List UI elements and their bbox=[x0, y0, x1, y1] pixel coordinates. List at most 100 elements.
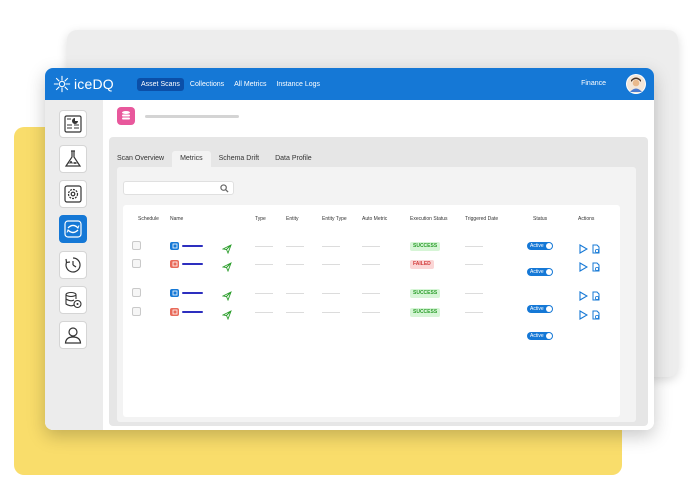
database-settings-icon bbox=[65, 291, 82, 309]
empty-value-placeholder bbox=[286, 312, 304, 313]
sidebar-item-settings[interactable] bbox=[59, 180, 87, 208]
metric-type-blue-icon bbox=[170, 242, 179, 250]
status-toggle[interactable]: Active bbox=[527, 242, 553, 250]
search-input[interactable] bbox=[123, 181, 234, 195]
sidebar-item-user[interactable] bbox=[59, 321, 87, 349]
column-header: Triggered Date bbox=[465, 216, 499, 222]
logo-text: iceDQ bbox=[74, 76, 114, 92]
column-header: Type bbox=[255, 216, 266, 222]
empty-value-placeholder bbox=[322, 312, 340, 313]
execution-status-badge: SUCCESS bbox=[410, 289, 441, 298]
empty-value-placeholder bbox=[322, 264, 340, 265]
schedule-checkbox[interactable] bbox=[132, 259, 141, 268]
status-label: Active bbox=[530, 269, 544, 275]
user-avatar[interactable] bbox=[626, 74, 646, 94]
column-header: Actions bbox=[578, 216, 595, 222]
sidebar-item-database[interactable] bbox=[59, 286, 87, 314]
main-content: Scan Overview Metrics Schema Drift Data Pro… bbox=[103, 100, 654, 430]
toggle-knob bbox=[546, 243, 552, 249]
send-icon[interactable] bbox=[221, 288, 232, 306]
scan-icon bbox=[64, 220, 82, 238]
schedule-checkbox[interactable] bbox=[132, 241, 141, 250]
sidebar-item-schedule[interactable] bbox=[59, 251, 87, 279]
column-header: Entity bbox=[286, 216, 299, 222]
logo[interactable]: iceDQ bbox=[53, 75, 123, 93]
run-play-icon[interactable] bbox=[578, 241, 589, 259]
run-play-icon[interactable] bbox=[578, 259, 589, 277]
top-navigation-bar: iceDQ Asset Scans Collections All Metrics I… bbox=[45, 68, 654, 100]
toggle-knob bbox=[546, 333, 552, 339]
execution-status-badge: SUCCESS bbox=[410, 242, 441, 251]
metric-name-placeholder[interactable] bbox=[182, 292, 203, 294]
status-toggle[interactable]: Active bbox=[527, 305, 553, 313]
status-toggle[interactable]: Active bbox=[527, 332, 553, 340]
toggle-knob bbox=[546, 306, 552, 312]
sidebar-item-lab[interactable] bbox=[59, 145, 87, 173]
flask-icon bbox=[64, 150, 82, 167]
send-icon[interactable] bbox=[221, 259, 232, 277]
page-title-placeholder bbox=[145, 115, 239, 118]
tab-content: Schedule Name Type Entity Entity Type Auto Me… bbox=[117, 167, 636, 422]
nav-item-asset-scans[interactable]: Asset Scans bbox=[137, 77, 184, 91]
user-icon bbox=[64, 327, 82, 344]
schedule-checkbox[interactable] bbox=[132, 307, 141, 316]
view-details-icon[interactable] bbox=[591, 288, 601, 306]
empty-value-placeholder bbox=[362, 312, 380, 313]
avatar-icon bbox=[627, 75, 645, 93]
view-details-icon[interactable] bbox=[591, 259, 601, 277]
tab-metrics[interactable]: Metrics bbox=[172, 151, 211, 167]
org-name[interactable]: Finance bbox=[581, 80, 606, 87]
empty-value-placeholder bbox=[286, 264, 304, 265]
tab-data-profile[interactable]: Data Profile bbox=[267, 151, 320, 167]
tab-schema-drift[interactable]: Schema Drift bbox=[211, 151, 267, 167]
status-label: Active bbox=[530, 306, 544, 312]
empty-value-placeholder bbox=[322, 246, 340, 247]
column-header: Status bbox=[533, 216, 548, 222]
column-header: Schedule bbox=[138, 216, 159, 222]
send-icon[interactable] bbox=[221, 241, 232, 259]
empty-value-placeholder bbox=[255, 312, 273, 313]
status-toggle[interactable]: Active bbox=[527, 268, 553, 276]
sidebar bbox=[45, 100, 103, 430]
execution-status-badge: FAILED bbox=[410, 260, 434, 269]
logo-icon bbox=[53, 75, 71, 93]
metric-name-placeholder[interactable] bbox=[182, 311, 203, 313]
nav-item-collections[interactable]: Collections bbox=[186, 78, 228, 91]
schedule-icon bbox=[65, 257, 81, 273]
execution-status-badge: SUCCESS bbox=[410, 308, 441, 317]
send-icon[interactable] bbox=[221, 307, 232, 325]
tab-scan-overview[interactable]: Scan Overview bbox=[109, 151, 172, 167]
sidebar-item-dashboard[interactable] bbox=[59, 110, 87, 138]
sidebar-item-scan[interactable] bbox=[59, 215, 87, 243]
metric-name-placeholder[interactable] bbox=[182, 245, 203, 247]
empty-value-placeholder bbox=[255, 293, 273, 294]
column-header: Auto Metric bbox=[362, 216, 388, 222]
schedule-checkbox[interactable] bbox=[132, 288, 141, 297]
tab-bar: Scan Overview Metrics Schema Drift Data Pro… bbox=[109, 151, 320, 167]
empty-value-placeholder bbox=[255, 246, 273, 247]
empty-value-placeholder bbox=[255, 264, 273, 265]
empty-value-placeholder bbox=[286, 293, 304, 294]
nav-item-all-metrics[interactable]: All Metrics bbox=[230, 78, 270, 91]
empty-value-placeholder bbox=[286, 246, 304, 247]
metric-name-placeholder[interactable] bbox=[182, 263, 203, 265]
main-nav: Asset Scans Collections All Metrics Instanc… bbox=[137, 77, 326, 91]
empty-value-placeholder bbox=[362, 264, 380, 265]
view-details-icon[interactable] bbox=[591, 307, 601, 325]
empty-value-placeholder bbox=[362, 293, 380, 294]
metrics-table: Schedule Name Type Entity Entity Type Auto Me… bbox=[123, 205, 620, 417]
run-play-icon[interactable] bbox=[578, 288, 589, 306]
empty-value-placeholder bbox=[465, 293, 483, 294]
nav-item-instance-logs[interactable]: Instance Logs bbox=[272, 78, 324, 91]
view-details-icon[interactable] bbox=[591, 241, 601, 259]
app-window: iceDQ Asset Scans Collections All Metrics I… bbox=[45, 68, 654, 430]
status-label: Active bbox=[530, 333, 544, 339]
column-header: Name bbox=[170, 216, 184, 222]
database-icon bbox=[117, 107, 135, 125]
run-play-icon[interactable] bbox=[578, 307, 589, 325]
search-icon[interactable] bbox=[220, 184, 229, 193]
metric-type-red-icon bbox=[170, 308, 179, 316]
metric-type-red-icon bbox=[170, 260, 179, 268]
scan-panel: Scan Overview Metrics Schema Drift Data Pro… bbox=[109, 137, 648, 426]
column-header: Execution Status bbox=[410, 216, 448, 222]
